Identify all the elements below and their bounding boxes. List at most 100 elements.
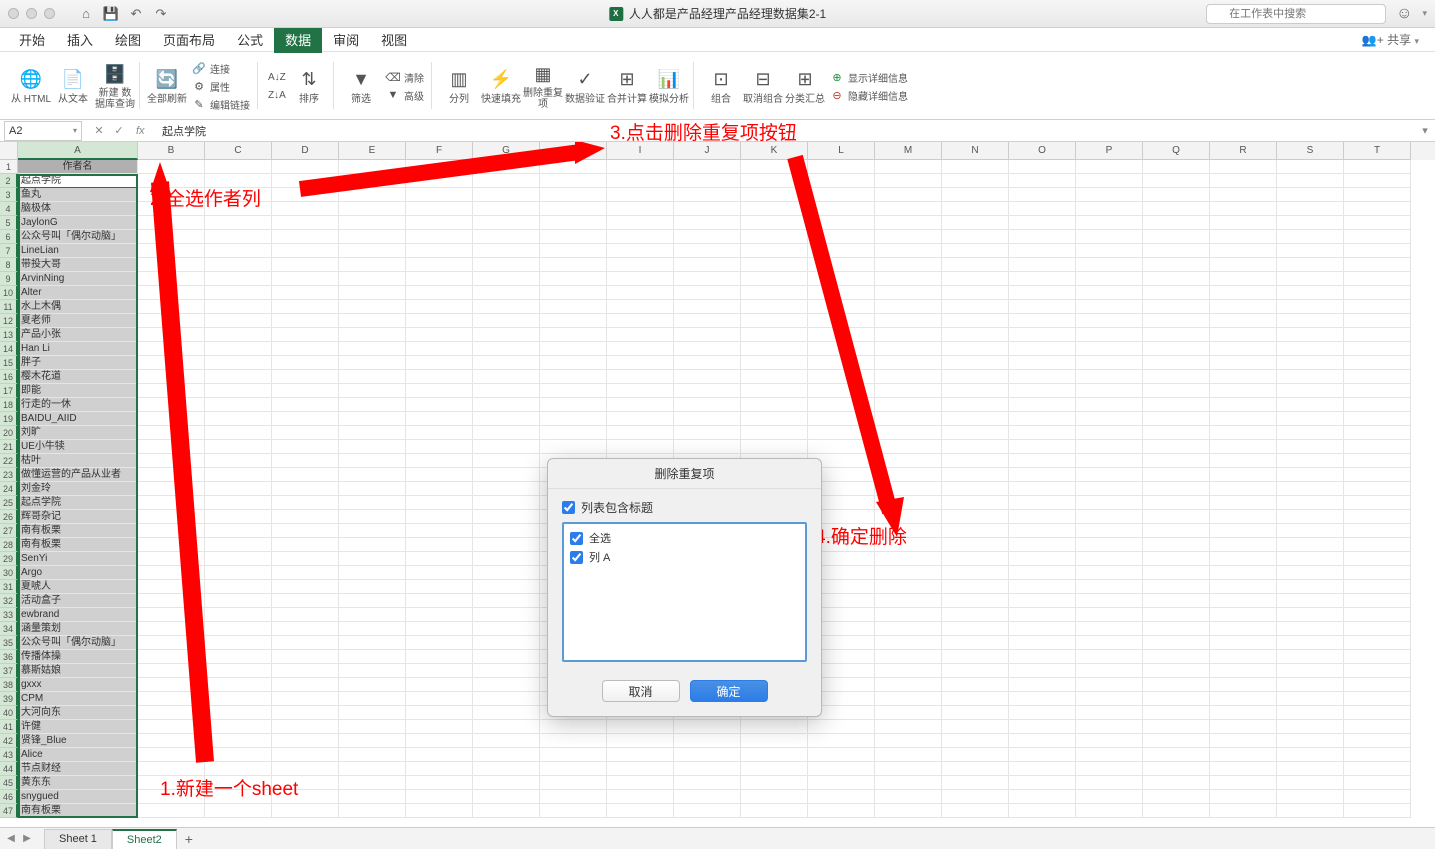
refresh-all-button[interactable]: 🔄全部刷新: [146, 56, 188, 116]
spreadsheet-grid[interactable]: ABCDEFGHIJKLMNOPQRST 1作者名2起点学院3鱼丸4脑极体5Ja…: [0, 142, 1435, 827]
feedback-icon[interactable]: ☺: [1396, 5, 1412, 23]
menu-审阅[interactable]: 审阅: [322, 26, 370, 53]
cell[interactable]: [674, 748, 741, 762]
cell[interactable]: [138, 692, 205, 706]
cell[interactable]: [1210, 440, 1277, 454]
cell[interactable]: [1009, 678, 1076, 692]
cell[interactable]: [1076, 398, 1143, 412]
cell[interactable]: [808, 398, 875, 412]
cell[interactable]: [540, 748, 607, 762]
cell[interactable]: [741, 370, 808, 384]
cell[interactable]: [1143, 580, 1210, 594]
cell[interactable]: [1277, 286, 1344, 300]
cell[interactable]: [339, 272, 406, 286]
cell[interactable]: [272, 636, 339, 650]
cell[interactable]: [607, 398, 674, 412]
cell[interactable]: [205, 776, 272, 790]
cell[interactable]: [1009, 608, 1076, 622]
cell[interactable]: [875, 664, 942, 678]
cell[interactable]: [1076, 566, 1143, 580]
cell[interactable]: [473, 370, 540, 384]
cell[interactable]: [1076, 370, 1143, 384]
cell[interactable]: [473, 524, 540, 538]
cell[interactable]: [1210, 678, 1277, 692]
cell[interactable]: [942, 804, 1009, 818]
cell[interactable]: [875, 566, 942, 580]
cell[interactable]: [875, 706, 942, 720]
cell[interactable]: [1277, 440, 1344, 454]
col-header-E[interactable]: E: [339, 142, 406, 160]
cell[interactable]: [942, 468, 1009, 482]
cell[interactable]: [205, 272, 272, 286]
cell[interactable]: [272, 174, 339, 188]
cell[interactable]: [1143, 622, 1210, 636]
cell[interactable]: [540, 790, 607, 804]
cell[interactable]: [1210, 692, 1277, 706]
cell[interactable]: [1344, 468, 1411, 482]
expand-formula-icon[interactable]: ▾: [1415, 124, 1435, 137]
cell[interactable]: [540, 244, 607, 258]
cancel-button[interactable]: 取消: [602, 680, 680, 702]
cell[interactable]: [1076, 454, 1143, 468]
cell[interactable]: [1344, 510, 1411, 524]
cell[interactable]: [138, 216, 205, 230]
cell[interactable]: [1143, 482, 1210, 496]
cell[interactable]: [138, 664, 205, 678]
cell[interactable]: [942, 538, 1009, 552]
cell[interactable]: [1344, 230, 1411, 244]
cell[interactable]: [205, 636, 272, 650]
cell[interactable]: [339, 762, 406, 776]
cell[interactable]: [138, 538, 205, 552]
cell[interactable]: [1076, 468, 1143, 482]
cell[interactable]: [406, 188, 473, 202]
cell[interactable]: [205, 468, 272, 482]
cell[interactable]: [272, 678, 339, 692]
cell[interactable]: [205, 706, 272, 720]
cell[interactable]: 鱼丸: [18, 188, 138, 202]
cell[interactable]: [741, 762, 808, 776]
cell[interactable]: [138, 286, 205, 300]
cell[interactable]: [1344, 272, 1411, 286]
cell[interactable]: [1009, 748, 1076, 762]
cell[interactable]: [1009, 468, 1076, 482]
cell[interactable]: [942, 608, 1009, 622]
cell[interactable]: [741, 790, 808, 804]
cell[interactable]: [1076, 202, 1143, 216]
cell[interactable]: [540, 188, 607, 202]
cell[interactable]: [339, 440, 406, 454]
cell[interactable]: [1344, 314, 1411, 328]
cell[interactable]: [674, 188, 741, 202]
cell[interactable]: [473, 314, 540, 328]
cell[interactable]: [1143, 398, 1210, 412]
cell[interactable]: [1076, 622, 1143, 636]
cell[interactable]: [1076, 356, 1143, 370]
cell[interactable]: [1344, 202, 1411, 216]
cell[interactable]: [1344, 594, 1411, 608]
cell[interactable]: [942, 356, 1009, 370]
cell[interactable]: [741, 286, 808, 300]
cell[interactable]: [540, 762, 607, 776]
cell[interactable]: [1143, 734, 1210, 748]
row-header[interactable]: 29: [0, 552, 18, 566]
cell[interactable]: [1277, 482, 1344, 496]
cell[interactable]: [138, 342, 205, 356]
cell[interactable]: [1076, 440, 1143, 454]
cell[interactable]: [741, 160, 808, 174]
cell[interactable]: [1277, 762, 1344, 776]
cell[interactable]: [406, 678, 473, 692]
cell[interactable]: [1009, 370, 1076, 384]
cell[interactable]: [1076, 650, 1143, 664]
cell[interactable]: [1210, 174, 1277, 188]
cell[interactable]: [607, 286, 674, 300]
cell[interactable]: [875, 230, 942, 244]
cell[interactable]: [272, 790, 339, 804]
cell[interactable]: [339, 552, 406, 566]
cell[interactable]: [272, 692, 339, 706]
cell[interactable]: [138, 650, 205, 664]
group-button[interactable]: ⊡组合: [700, 56, 742, 116]
cell[interactable]: [1210, 188, 1277, 202]
consolidate-button[interactable]: ⊞合并计算: [606, 56, 648, 116]
cell[interactable]: [138, 230, 205, 244]
cell[interactable]: 做懂运营的产品从业者: [18, 468, 138, 482]
cell[interactable]: [607, 202, 674, 216]
